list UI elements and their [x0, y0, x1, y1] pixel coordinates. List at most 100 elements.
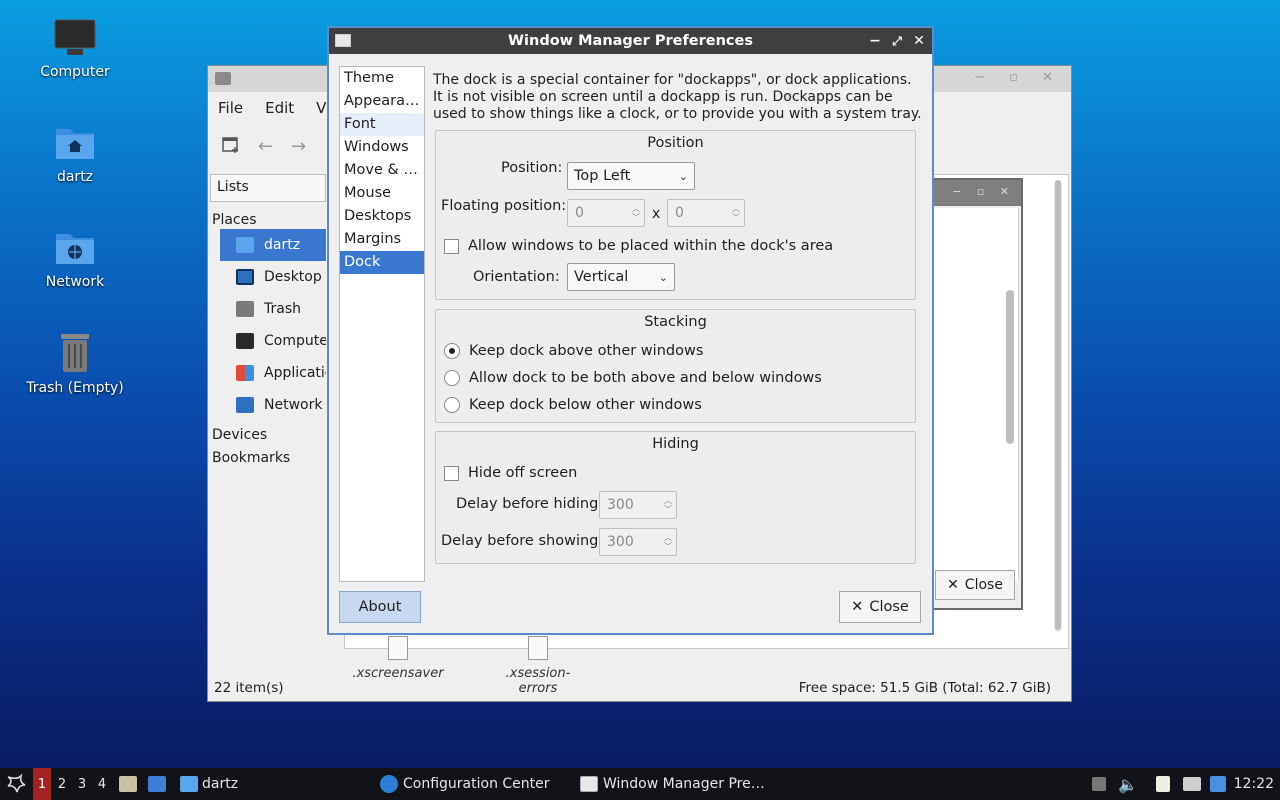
window-controls[interactable]: − ▫ ✕	[974, 70, 1063, 85]
clock[interactable]: 12:22	[1234, 768, 1274, 800]
checkbox[interactable]	[444, 238, 459, 254]
category-mouse[interactable]: Mouse	[340, 182, 424, 205]
new-tab-icon[interactable]	[222, 136, 240, 159]
item-count: 22 item(s)	[214, 680, 284, 696]
about-button[interactable]: About	[339, 591, 421, 623]
back-arrow-icon[interactable]: ←	[258, 136, 273, 157]
workspace-3[interactable]: 3	[73, 768, 91, 800]
workspace-4[interactable]: 4	[93, 768, 111, 800]
delay-hiding-spinbox[interactable]: 300 ︿ ﹀	[599, 491, 677, 519]
allow-windows-checkbox[interactable]: Allow windows to be placed within the do…	[444, 238, 833, 254]
category-windows[interactable]: Windows	[340, 136, 424, 159]
hide-off-screen-label: Hide off screen	[468, 465, 578, 481]
spin-arrows-icon[interactable]: ︿ ﹀	[664, 496, 672, 514]
category-move-resize[interactable]: Move & …	[340, 159, 424, 182]
checkbox[interactable]	[444, 465, 459, 481]
sidebar-item-label: dartz	[264, 237, 301, 253]
tray-eject-icon[interactable]	[1092, 768, 1106, 800]
spin-arrows-icon[interactable]: ︿ ﹀	[664, 533, 672, 551]
desktop-icon-computer[interactable]: Computer	[20, 18, 130, 80]
task-window-manager-preferences[interactable]: Window Manager Pre…	[580, 768, 765, 800]
category-appearance[interactable]: Appeara…	[340, 90, 424, 113]
update-notifier-icon[interactable]	[1210, 768, 1226, 800]
workspace-2[interactable]: 2	[53, 768, 71, 800]
floating-x-spinbox[interactable]: 0 ︿ ﹀	[567, 199, 645, 227]
scrollbar[interactable]	[1054, 180, 1062, 632]
scrollbar-thumb[interactable]	[1006, 290, 1014, 444]
maximize-icon[interactable]: ⤢	[888, 28, 906, 54]
taskbar: 1 2 3 4 dartz Configuration Center Windo…	[0, 768, 1280, 800]
computer-icon	[236, 333, 254, 349]
radio-label: Allow dock to be both above and below wi…	[469, 370, 822, 386]
position-combo[interactable]: Top Left ⌄	[567, 162, 695, 190]
position-label: Position:	[501, 160, 563, 176]
category-theme[interactable]: Theme	[340, 67, 424, 90]
task-label: dartz	[202, 776, 239, 792]
desktop-icon-home[interactable]: dartz	[20, 123, 130, 185]
spin-arrows-icon[interactable]: ︿ ﹀	[632, 204, 640, 222]
sidebar-item-applications[interactable]: Applicatio	[220, 357, 326, 389]
radio-button[interactable]	[444, 370, 460, 386]
orientation-row: Orientation:	[473, 269, 560, 285]
radio-button[interactable]	[444, 397, 460, 413]
menu-file[interactable]: File	[218, 99, 243, 117]
category-desktops[interactable]: Desktops	[340, 205, 424, 228]
spin-arrows-icon[interactable]: ︿ ﹀	[732, 204, 740, 222]
desktop-icon-network[interactable]: Network	[20, 228, 130, 290]
side-pane-mode-select[interactable]: Lists	[210, 174, 326, 202]
radio-above-and-below[interactable]: Allow dock to be both above and below wi…	[444, 370, 822, 386]
clipboard-icon[interactable]	[1156, 768, 1170, 800]
show-desktop-icon[interactable]	[148, 768, 166, 800]
devices-header[interactable]: Devices	[208, 421, 326, 444]
radio-keep-above[interactable]: Keep dock above other windows	[444, 343, 703, 359]
volume-icon[interactable]: 🔈	[1118, 768, 1138, 800]
minimize-icon[interactable]: −	[866, 28, 884, 54]
trash-icon	[236, 301, 254, 317]
sidebar-item-computer[interactable]: Computer	[220, 325, 326, 357]
position-value: Top Left	[574, 168, 631, 184]
dialog-title-bar[interactable]: Window Manager Preferences − ⤢ ✕	[329, 28, 932, 54]
radio-keep-below[interactable]: Keep dock below other windows	[444, 397, 702, 413]
sidebar-item-trash[interactable]: Trash	[220, 293, 326, 325]
close-icon: ✕	[851, 599, 864, 615]
file-manager-launcher-icon[interactable]	[119, 768, 137, 800]
allow-windows-label: Allow windows to be placed within the do…	[468, 238, 834, 254]
radio-button-selected[interactable]	[444, 343, 460, 359]
orientation-combo[interactable]: Vertical ⌄	[567, 263, 675, 291]
task-dartz[interactable]: dartz	[180, 768, 238, 800]
hide-off-screen-checkbox[interactable]: Hide off screen	[444, 465, 577, 481]
task-configuration-center[interactable]: Configuration Center	[380, 768, 550, 800]
home-folder-icon	[236, 237, 254, 253]
delay-hiding-row: Delay before hiding:	[456, 496, 603, 512]
close-button[interactable]: ✕ Close	[839, 591, 921, 623]
close-icon[interactable]: ✕	[910, 28, 928, 54]
floating-row: Floating position:	[441, 198, 566, 214]
sidebar-item-desktop[interactable]: Desktop	[220, 261, 326, 293]
window-icon	[335, 34, 351, 47]
floating-separator: x	[652, 206, 661, 222]
workspace-1[interactable]: 1	[33, 768, 51, 800]
wm-preferences-dialog[interactable]: Window Manager Preferences − ⤢ ✕ Theme A…	[327, 26, 934, 635]
forward-arrow-icon[interactable]: →	[291, 136, 306, 157]
background-close-button[interactable]: ✕ Close	[935, 570, 1015, 600]
floating-label: Floating position:	[441, 198, 567, 214]
places-sidebar: Places dartz Desktop Trash Computer Appl…	[208, 206, 326, 467]
delay-hiding-value: 300	[607, 497, 634, 513]
start-menu-icon[interactable]	[4, 768, 26, 800]
sidebar-item-dartz[interactable]: dartz	[220, 229, 326, 261]
category-font[interactable]: Font	[340, 113, 424, 136]
desktop-icon-trash[interactable]: Trash (Empty)	[20, 330, 130, 396]
workspace-switcher: 1 2 3 4	[33, 768, 111, 800]
delay-showing-spinbox[interactable]: 300 ︿ ﹀	[599, 528, 677, 556]
category-dock[interactable]: Dock	[340, 251, 424, 274]
group-title: Hiding	[652, 436, 699, 452]
sidebar-item-network[interactable]: Network	[220, 389, 326, 421]
network-status-icon[interactable]	[1183, 768, 1201, 800]
delay-showing-row: Delay before showing:	[441, 533, 603, 549]
background-dialog-title-bar[interactable]: − ▫ ✕	[933, 180, 1021, 206]
orientation-label: Orientation:	[473, 269, 560, 285]
bookmarks-header[interactable]: Bookmarks	[208, 444, 326, 467]
category-margins[interactable]: Margins	[340, 228, 424, 251]
menu-edit[interactable]: Edit	[265, 99, 294, 117]
floating-y-spinbox[interactable]: 0 ︿ ﹀	[667, 199, 745, 227]
